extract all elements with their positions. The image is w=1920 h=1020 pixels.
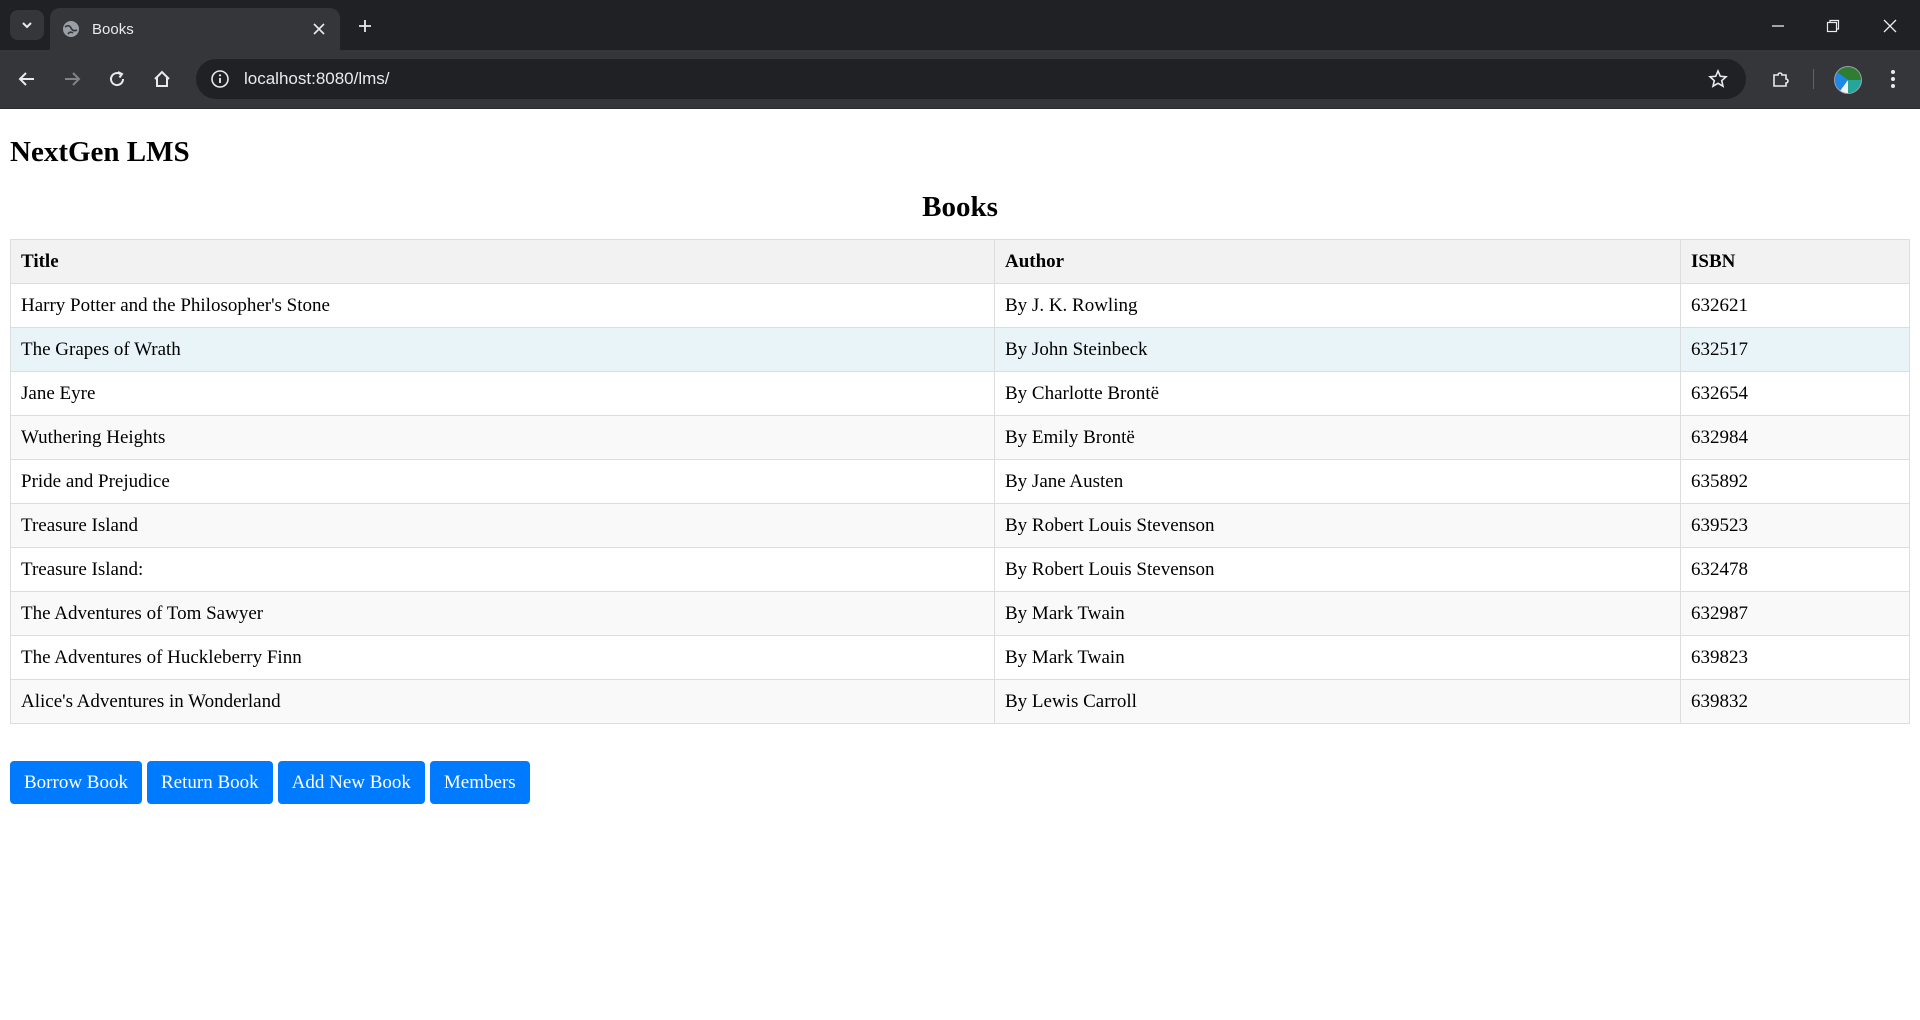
- chevron-down-icon: [22, 22, 32, 29]
- page-content: NextGen LMS Books Title Author ISBN Harr…: [0, 109, 1920, 804]
- book-author-cell: By Emily Brontë: [994, 415, 1681, 460]
- add-new-book-button[interactable]: Add New Book: [277, 761, 425, 804]
- tab-search-button[interactable]: [10, 10, 44, 40]
- book-isbn-cell: 632517: [1680, 327, 1910, 372]
- book-author-cell: By Jane Austen: [994, 459, 1681, 504]
- profile-avatar[interactable]: [1834, 66, 1862, 94]
- book-author-cell: By Lewis Carroll: [994, 679, 1681, 724]
- browser-tab-active[interactable]: Books: [50, 8, 340, 50]
- book-isbn-cell: 632621: [1680, 283, 1910, 328]
- book-title-cell: The Adventures of Tom Sawyer: [10, 591, 995, 636]
- book-title-cell: Treasure Island:: [10, 547, 995, 592]
- browser-toolbar: localhost:8080/lms/: [0, 50, 1920, 109]
- extensions-button[interactable]: [1767, 65, 1795, 93]
- book-author-cell: By John Steinbeck: [994, 327, 1681, 372]
- table-row[interactable]: Alice's Adventures in Wonderland By Lewi…: [10, 679, 1910, 724]
- book-author-cell: By Robert Louis Stevenson: [994, 503, 1681, 548]
- new-tab-button[interactable]: [352, 13, 378, 39]
- book-author-cell: By Mark Twain: [994, 635, 1681, 680]
- reload-button[interactable]: [103, 65, 131, 93]
- book-author-cell: By Mark Twain: [994, 591, 1681, 636]
- bookmark-star-button[interactable]: [1704, 65, 1732, 93]
- forward-button[interactable]: [58, 65, 86, 93]
- borrow-book-button[interactable]: Borrow Book: [10, 761, 142, 804]
- home-icon: [154, 70, 170, 87]
- book-title-cell: Alice's Adventures in Wonderland: [10, 679, 995, 724]
- url-text[interactable]: localhost:8080/lms/: [244, 69, 1704, 89]
- book-title-cell: Treasure Island: [10, 503, 995, 548]
- column-header-title: Title: [10, 239, 995, 284]
- plus-icon: [359, 20, 371, 32]
- book-title-cell: Jane Eyre: [10, 371, 995, 416]
- tab-title: Books: [92, 20, 134, 38]
- tab-close-button[interactable]: [308, 18, 330, 40]
- page-heading: Books: [922, 191, 998, 223]
- arrow-left-icon: [18, 72, 34, 86]
- book-title-cell: Harry Potter and the Philosopher's Stone: [10, 283, 995, 328]
- minimize-icon: [1772, 25, 1784, 27]
- back-button[interactable]: [13, 65, 41, 93]
- book-isbn-cell: 635892: [1680, 459, 1910, 504]
- book-isbn-cell: 632478: [1680, 547, 1910, 592]
- puzzle-icon: [1773, 72, 1789, 87]
- action-buttons: Borrow Book Return Book Add New Book Mem…: [10, 761, 1910, 804]
- site-title: NextGen LMS: [10, 136, 190, 168]
- book-title-cell: Wuthering Heights: [10, 415, 995, 460]
- book-title-cell: The Adventures of Huckleberry Finn: [10, 635, 995, 680]
- table-row[interactable]: Harry Potter and the Philosopher's Stone…: [10, 283, 1910, 328]
- browser-menu-button[interactable]: [1879, 65, 1907, 93]
- browser-tabstrip: Books: [0, 0, 1920, 50]
- restore-button[interactable]: [1820, 13, 1846, 39]
- restore-icon: [1826, 19, 1840, 33]
- book-author-cell: By J. K. Rowling: [994, 283, 1681, 328]
- table-row[interactable]: Wuthering Heights By Emily Brontë 632984: [10, 415, 1910, 460]
- table-row[interactable]: Treasure Island By Robert Louis Stevenso…: [10, 503, 1910, 548]
- table-row[interactable]: The Grapes of Wrath By John Steinbeck 63…: [10, 327, 1910, 372]
- book-isbn-cell: 632984: [1680, 415, 1910, 460]
- book-isbn-cell: 639823: [1680, 635, 1910, 680]
- table-row[interactable]: Pride and Prejudice By Jane Austen 63589…: [10, 459, 1910, 504]
- close-icon: [1883, 19, 1897, 33]
- table-row[interactable]: The Adventures of Tom Sawyer By Mark Twa…: [10, 591, 1910, 636]
- close-icon: [313, 23, 325, 35]
- minimize-button[interactable]: [1765, 13, 1791, 39]
- column-header-author: Author: [994, 239, 1681, 284]
- book-author-cell: By Robert Louis Stevenson: [994, 547, 1681, 592]
- book-isbn-cell: 632654: [1680, 371, 1910, 416]
- toolbar-separator: [1813, 69, 1814, 89]
- star-icon: [1708, 69, 1728, 88]
- address-bar[interactable]: localhost:8080/lms/: [196, 59, 1746, 99]
- book-isbn-cell: 639523: [1680, 503, 1910, 548]
- book-isbn-cell: 639832: [1680, 679, 1910, 724]
- reload-icon: [110, 71, 125, 87]
- globe-icon: [62, 20, 80, 38]
- table-row[interactable]: Jane Eyre By Charlotte Brontë 632654: [10, 371, 1910, 416]
- book-title-cell: Pride and Prejudice: [10, 459, 995, 504]
- info-icon[interactable]: [208, 67, 232, 91]
- books-table: Title Author ISBN Harry Potter and the P…: [10, 239, 1910, 724]
- table-row[interactable]: The Adventures of Huckleberry Finn By Ma…: [10, 635, 1910, 680]
- kebab-menu-icon: [1891, 70, 1895, 88]
- home-button[interactable]: [148, 65, 176, 93]
- arrow-right-icon: [65, 72, 81, 86]
- book-author-cell: By Charlotte Brontë: [994, 371, 1681, 416]
- book-isbn-cell: 632987: [1680, 591, 1910, 636]
- table-header-row: Title Author ISBN: [10, 239, 1910, 284]
- members-button[interactable]: Members: [429, 761, 530, 804]
- book-title-cell: The Grapes of Wrath: [10, 327, 995, 372]
- return-book-button[interactable]: Return Book: [146, 761, 273, 804]
- table-row[interactable]: Treasure Island: By Robert Louis Stevens…: [10, 547, 1910, 592]
- column-header-isbn: ISBN: [1680, 239, 1910, 284]
- close-window-button[interactable]: [1877, 13, 1903, 39]
